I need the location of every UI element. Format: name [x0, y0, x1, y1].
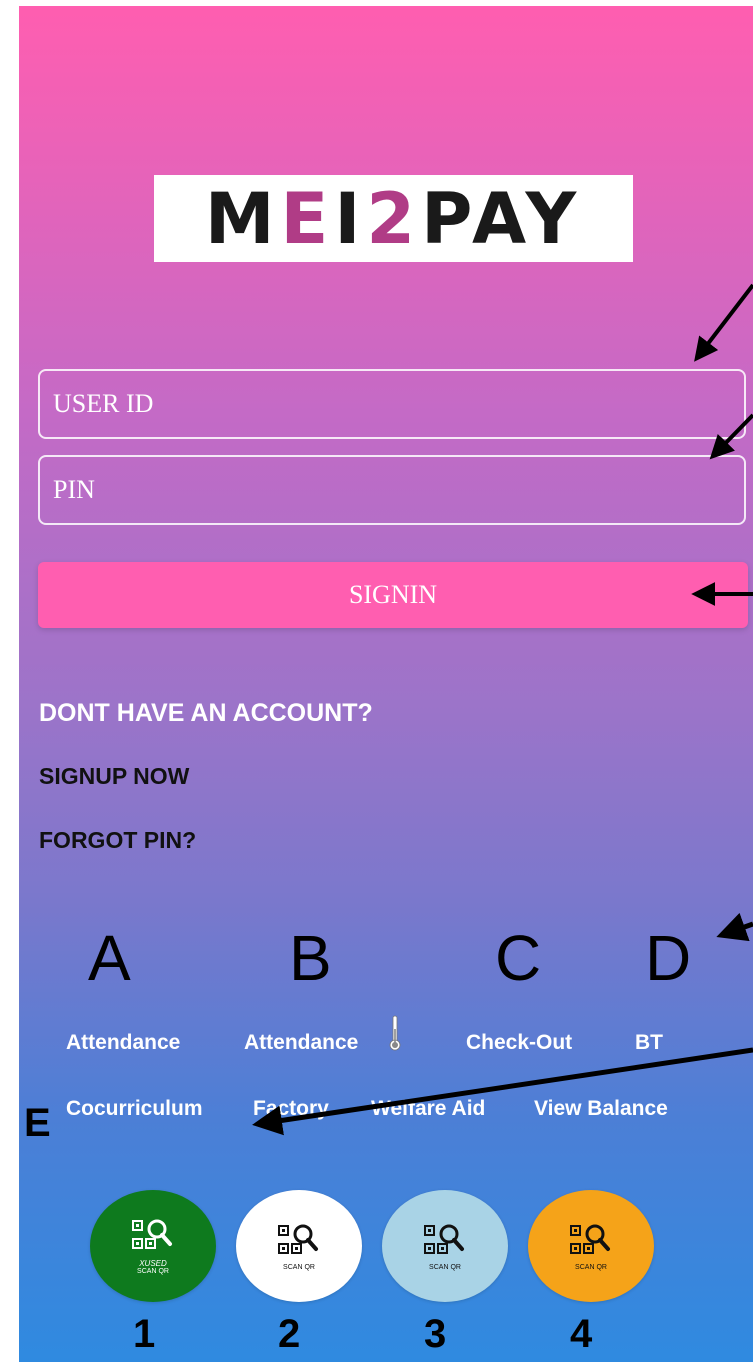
annotation-number-2: 2 — [278, 1312, 301, 1356]
annotation-number-1: 1 — [133, 1312, 156, 1356]
scan-qr-caption: SCAN QR — [575, 1263, 607, 1271]
scan-qr-button-2[interactable]: SCAN QR — [236, 1190, 362, 1302]
menu-view-balance[interactable]: View Balance — [534, 1097, 668, 1121]
scan-qr-caption-top: XUSED — [139, 1259, 167, 1268]
menu-check-out[interactable]: Check-Out — [466, 1031, 572, 1055]
qr-search-icon — [132, 1219, 172, 1249]
scan-qr-button-3[interactable]: SCAN QR — [382, 1190, 508, 1302]
scan-qr-caption: SCAN QR — [283, 1263, 315, 1271]
menu-attendance-2[interactable]: Attendance — [244, 1031, 358, 1055]
logo-wordmark: MEI2PAY — [204, 177, 583, 260]
scan-qr-caption: SCAN QR — [137, 1268, 169, 1275]
forgot-pin-link[interactable]: FORGOT PIN? — [39, 827, 196, 854]
app-logo: MEI2PAY — [154, 175, 633, 262]
menu-attendance-1[interactable]: Attendance — [66, 1031, 180, 1055]
menu-welfare-aid[interactable]: Welfare Aid — [371, 1097, 485, 1121]
app-screen: MEI2PAY SIGNIN DONT HAVE AN ACCOUNT? SIG… — [19, 6, 753, 1362]
user-id-field[interactable] — [38, 369, 746, 439]
menu-cocurriculum[interactable]: Cocurriculum — [66, 1097, 203, 1121]
qr-search-icon — [570, 1224, 610, 1254]
signup-link[interactable]: SIGNUP NOW — [39, 763, 189, 790]
scan-qr-button-4[interactable]: SCAN QR — [528, 1190, 654, 1302]
annotation-number-3: 3 — [424, 1312, 447, 1356]
annotation-letter-e: E — [24, 1101, 51, 1145]
signin-button[interactable]: SIGNIN — [38, 562, 748, 628]
annotation-letter-c: C — [495, 922, 542, 994]
scan-qr-button-1[interactable]: XUSED SCAN QR — [90, 1190, 216, 1302]
no-account-text: DONT HAVE AN ACCOUNT? — [39, 699, 373, 727]
thermometer-icon — [389, 1015, 401, 1051]
scan-qr-caption: SCAN QR — [429, 1263, 461, 1271]
menu-bt[interactable]: BT — [635, 1031, 663, 1055]
qr-search-icon — [424, 1224, 464, 1254]
menu-factory[interactable]: Factory — [253, 1097, 329, 1121]
annotation-letter-d: D — [645, 922, 692, 994]
annotation-letter-a: A — [88, 922, 131, 994]
pin-input[interactable] — [40, 457, 744, 523]
pin-field[interactable] — [38, 455, 746, 525]
qr-search-icon — [278, 1224, 318, 1254]
annotation-number-4: 4 — [570, 1312, 593, 1356]
annotation-letter-b: B — [289, 922, 332, 994]
user-id-input[interactable] — [40, 371, 744, 437]
